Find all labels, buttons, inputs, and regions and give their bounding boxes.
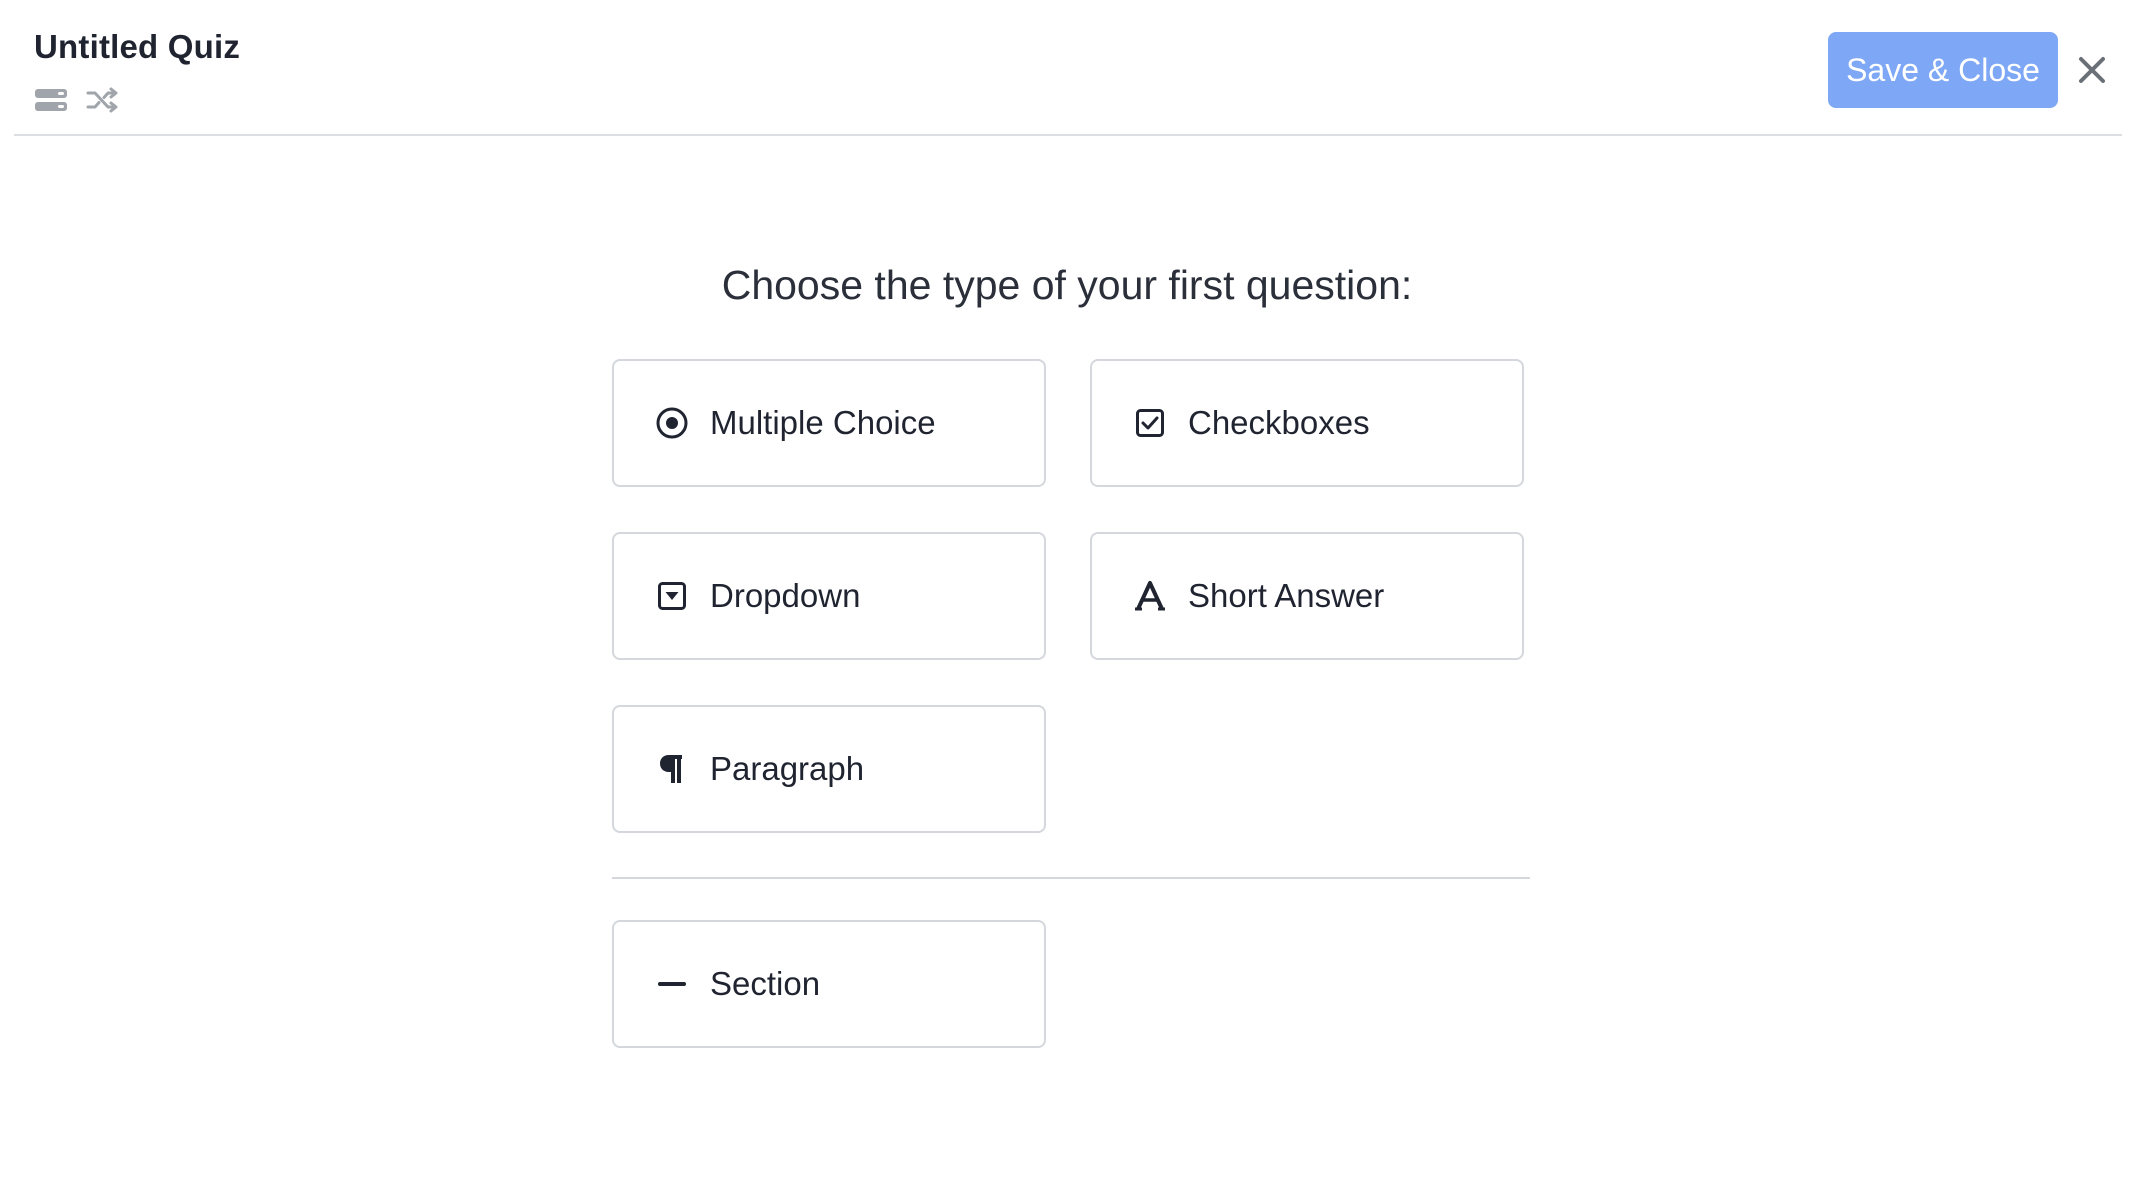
text-a-icon bbox=[1132, 578, 1168, 614]
multiple-choice-option[interactable]: Multiple Choice bbox=[612, 359, 1046, 487]
save-close-button[interactable]: Save & Close bbox=[1828, 32, 2058, 108]
option-label: Short Answer bbox=[1188, 577, 1385, 614]
option-label: Multiple Choice bbox=[710, 404, 936, 441]
checkbox-icon bbox=[1132, 405, 1168, 441]
dropdown-option[interactable]: Dropdown bbox=[612, 532, 1046, 660]
short-answer-option[interactable]: Short Answer bbox=[1090, 532, 1524, 660]
question-type-prompt: Choose the type of your first question: bbox=[721, 262, 1413, 308]
option-label: Paragraph bbox=[710, 750, 865, 787]
minus-icon bbox=[654, 966, 690, 1002]
shuffle-icon[interactable] bbox=[86, 85, 120, 115]
divider bbox=[612, 877, 1530, 879]
paragraph-option[interactable]: Paragraph bbox=[612, 705, 1046, 833]
radio-icon bbox=[654, 405, 690, 441]
quiz-editor-page: Untitled Quiz Save & Close Choose the ty… bbox=[0, 0, 2134, 1184]
pilcrow-icon bbox=[654, 751, 690, 787]
option-label: Checkboxes bbox=[1188, 404, 1370, 441]
option-label: Dropdown bbox=[710, 577, 861, 614]
section-option[interactable]: Section bbox=[612, 920, 1046, 1048]
sections-icon[interactable] bbox=[34, 85, 68, 115]
option-label: Section bbox=[710, 965, 821, 1002]
header-tools bbox=[34, 85, 120, 115]
checkboxes-option[interactable]: Checkboxes bbox=[1090, 359, 1524, 487]
dropdown-icon bbox=[654, 578, 690, 614]
close-icon[interactable] bbox=[2074, 52, 2110, 88]
editor-header: Untitled Quiz Save & Close bbox=[14, 0, 2122, 136]
quiz-title[interactable]: Untitled Quiz bbox=[34, 28, 240, 66]
